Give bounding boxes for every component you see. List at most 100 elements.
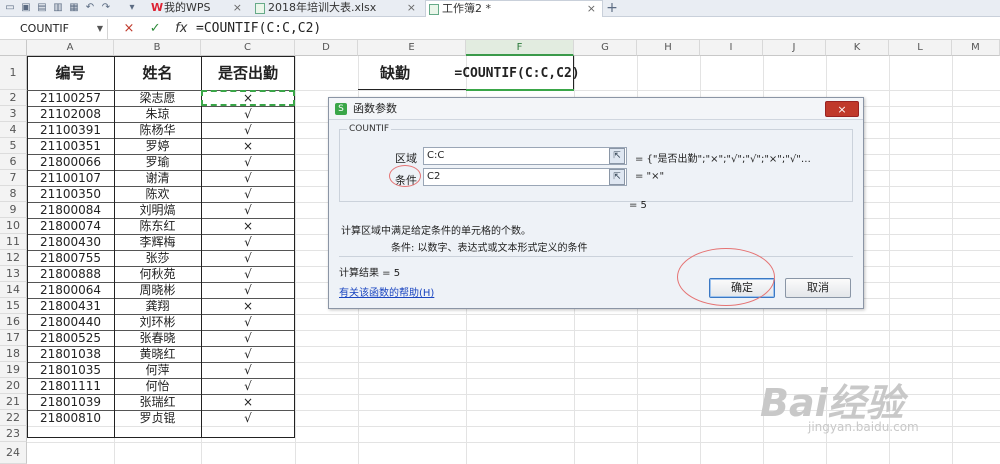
cell-name[interactable]: 龚翔: [114, 298, 201, 314]
cell-f1[interactable]: =COUNTIF(C:C,C2): [452, 57, 582, 90]
cell-id[interactable]: 21801038: [27, 346, 114, 362]
cell-attendance[interactable]: √: [201, 106, 295, 122]
cell-name[interactable]: 陈杨华: [114, 122, 201, 138]
column-header-l[interactable]: L: [889, 40, 952, 56]
save-icon[interactable]: ▣: [20, 2, 32, 14]
tab-my-wps[interactable]: W 我的WPS ×: [148, 0, 248, 17]
cell-name[interactable]: 罗瑜: [114, 154, 201, 170]
close-tab-icon[interactable]: ×: [233, 0, 242, 16]
row-header-4[interactable]: 4: [0, 122, 27, 138]
cell-id[interactable]: 21800430: [27, 234, 114, 250]
chevron-down-icon[interactable]: ▼: [97, 19, 103, 39]
undo-icon[interactable]: ↶: [84, 2, 96, 14]
cell-id[interactable]: 21801035: [27, 362, 114, 378]
cell-attendance[interactable]: √: [201, 330, 295, 346]
row-header-8[interactable]: 8: [0, 186, 27, 202]
row-header-23[interactable]: 23: [0, 426, 27, 442]
enter-formula-icon[interactable]: ✓: [144, 19, 166, 39]
dialog-close-button[interactable]: ×: [825, 101, 859, 117]
row-header-15[interactable]: 15: [0, 298, 27, 314]
cell-attendance[interactable]: √: [201, 250, 295, 266]
cell-attendance[interactable]: √: [201, 186, 295, 202]
cell-attendance[interactable]: √: [201, 122, 295, 138]
cell-attendance[interactable]: √: [201, 170, 295, 186]
cell-id[interactable]: 21800064: [27, 282, 114, 298]
cell-attendance[interactable]: ×: [201, 138, 295, 154]
cell-id[interactable]: 21800810: [27, 410, 114, 426]
row-header-1[interactable]: 1: [0, 56, 27, 90]
cell-attendance[interactable]: √: [201, 314, 295, 330]
cell-name[interactable]: 谢清: [114, 170, 201, 186]
cell-attendance[interactable]: ×: [201, 298, 295, 314]
close-tab-icon[interactable]: ×: [587, 1, 596, 17]
row-header-6[interactable]: 6: [0, 154, 27, 170]
cell-attendance[interactable]: √: [201, 234, 295, 250]
range-input[interactable]: C:C: [423, 147, 627, 165]
dialog-title-bar[interactable]: S 函数参数 ×: [329, 98, 863, 120]
cell-id[interactable]: 21800074: [27, 218, 114, 234]
row-header-20[interactable]: 20: [0, 378, 27, 394]
cell-name[interactable]: 张瑞红: [114, 394, 201, 410]
cell-id[interactable]: 21100107: [27, 170, 114, 186]
cell-attendance[interactable]: ×: [201, 394, 295, 410]
more-icon[interactable]: ▾: [126, 2, 138, 14]
cell-id[interactable]: 21801111: [27, 378, 114, 394]
row-header-10[interactable]: 10: [0, 218, 27, 234]
format-painter-icon[interactable]: ▦: [68, 2, 80, 14]
cell-attendance[interactable]: √: [201, 154, 295, 170]
row-header-22[interactable]: 22: [0, 410, 27, 426]
header-cell-id[interactable]: 编号: [27, 57, 114, 90]
cell-attendance[interactable]: √: [201, 346, 295, 362]
row-header-2[interactable]: 2: [0, 90, 27, 106]
print-icon[interactable]: ▤: [36, 2, 48, 14]
column-header-f[interactable]: F: [466, 40, 574, 56]
cell-name[interactable]: 李辉梅: [114, 234, 201, 250]
collapse-range-icon[interactable]: ⇱: [609, 148, 625, 164]
cell-name[interactable]: 刘明熇: [114, 202, 201, 218]
cell-name[interactable]: 陈欢: [114, 186, 201, 202]
column-header-a[interactable]: A: [27, 40, 114, 56]
cell-id[interactable]: 21800084: [27, 202, 114, 218]
cell-id[interactable]: 21100351: [27, 138, 114, 154]
column-header-e[interactable]: E: [358, 40, 466, 56]
column-header-d[interactable]: D: [295, 40, 358, 56]
cell-attendance[interactable]: √: [201, 266, 295, 282]
row-header-12[interactable]: 12: [0, 250, 27, 266]
cell-attendance[interactable]: √: [201, 202, 295, 218]
row-header-21[interactable]: 21: [0, 394, 27, 410]
row-header-9[interactable]: 9: [0, 202, 27, 218]
column-header-c[interactable]: C: [201, 40, 295, 56]
cell-name[interactable]: 罗贞锟: [114, 410, 201, 426]
cell-attendance[interactable]: √: [201, 410, 295, 426]
cell-attendance[interactable]: √: [201, 378, 295, 394]
new-file-icon[interactable]: ▭: [4, 2, 16, 14]
cell-id[interactable]: 21100350: [27, 186, 114, 202]
cell-attendance[interactable]: √: [201, 362, 295, 378]
header-cell-name[interactable]: 姓名: [114, 57, 201, 90]
row-header-24[interactable]: 24: [0, 442, 27, 464]
cancel-button[interactable]: 取消: [785, 278, 851, 298]
cell-attendance[interactable]: ×: [201, 218, 295, 234]
cell-id[interactable]: 21800755: [27, 250, 114, 266]
cell-name[interactable]: 梁志愿: [114, 90, 201, 106]
cell-attendance[interactable]: √: [201, 282, 295, 298]
row-header-7[interactable]: 7: [0, 170, 27, 186]
row-header-3[interactable]: 3: [0, 106, 27, 122]
cell-name[interactable]: 张莎: [114, 250, 201, 266]
cell-name[interactable]: 何怡: [114, 378, 201, 394]
cell-e1[interactable]: 缺勤: [380, 57, 410, 90]
cell-id[interactable]: 21800440: [27, 314, 114, 330]
cell-id[interactable]: 21801039: [27, 394, 114, 410]
preview-icon[interactable]: ▥: [52, 2, 64, 14]
row-header-19[interactable]: 19: [0, 362, 27, 378]
cell-name[interactable]: 朱琼: [114, 106, 201, 122]
cell-name[interactable]: 刘环彬: [114, 314, 201, 330]
cell-id[interactable]: 21800525: [27, 330, 114, 346]
tab-training-file[interactable]: 2018年培训大表.xlsx ×: [252, 0, 422, 17]
row-header-13[interactable]: 13: [0, 266, 27, 282]
row-header-16[interactable]: 16: [0, 314, 27, 330]
cell-name[interactable]: 陈东红: [114, 218, 201, 234]
select-all-corner[interactable]: [0, 40, 27, 56]
function-help-link[interactable]: 有关该函数的帮助(H): [339, 284, 434, 299]
column-header-h[interactable]: H: [637, 40, 700, 56]
